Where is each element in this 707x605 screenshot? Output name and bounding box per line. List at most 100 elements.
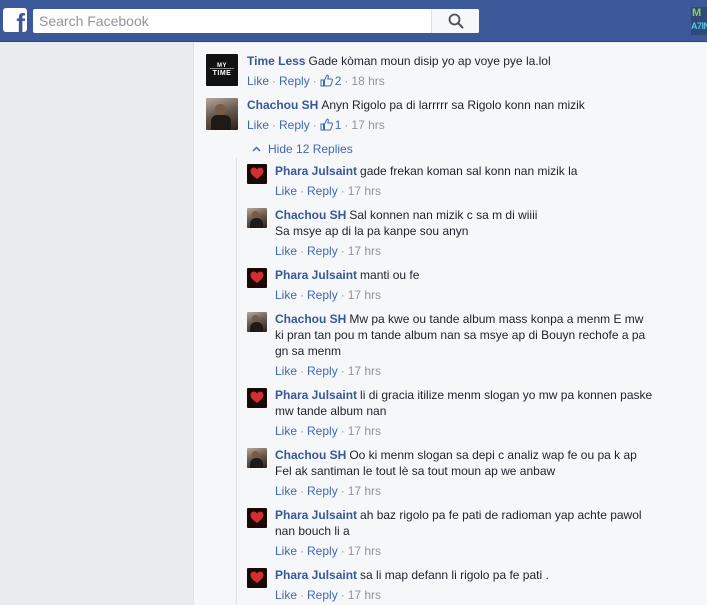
reply-text-line: gn sa menm [275,344,342,358]
comment-author[interactable]: Time Less [247,54,305,68]
comment-body: Time Less Gade kòman moun disip yo ap voy… [247,54,551,68]
avatar-body [250,458,263,468]
reply-actions: Like · Reply · 17 hrs [275,244,382,258]
comment-body: Chachou SH Anyn Rigolo pa di larrrrr sa R… [247,98,585,112]
reply-author[interactable]: Chachou SH [275,448,346,462]
reply-body: Phara Julsaint manti ou fe [275,268,419,282]
avatar[interactable] [247,164,267,184]
reply-link[interactable]: Reply [307,484,338,498]
search-box [33,9,479,33]
like-link[interactable]: Like [275,244,297,258]
corner-badge-bottom-text: A7IN [691,21,707,31]
avatar-body [250,218,263,228]
heart-icon [250,571,264,583]
reply-author[interactable]: Phara Julsaint [275,268,357,282]
reply-actions: Like · Reply · 17 hrs [275,588,382,602]
reply-timestamp: 17 hrs [347,424,382,438]
heart-icon [250,271,264,283]
like-link[interactable]: Like [275,184,297,198]
like-link[interactable]: Like [275,424,297,438]
hide-replies-label: Hide 12 Replies [268,142,353,156]
reply-body: Phara Julsaint li di gracia itilize menm … [275,388,652,402]
reply-author[interactable]: Chachou SH [275,312,346,326]
reply-author[interactable]: Chachou SH [275,208,346,222]
heart-icon [250,391,264,403]
search-icon [448,13,464,29]
avatar[interactable] [247,388,267,408]
reply-author[interactable]: Phara Julsaint [275,568,357,582]
reply-author[interactable]: Phara Julsaint [275,508,357,522]
reply-text-line: Sal konnen nan mizik c sa m di wiiii [349,208,538,222]
avatar[interactable] [247,208,267,228]
like-link[interactable]: Like [247,74,269,88]
chevron-up-icon [252,146,261,152]
search-input[interactable] [33,9,441,33]
reply-link[interactable]: Reply [307,364,338,378]
corner-app-badge[interactable]: M A7IN [691,7,707,35]
reply-link[interactable]: Reply [279,74,310,88]
heart-icon [250,511,264,523]
avatar-text-time: TIME [212,70,232,77]
search-button[interactable] [431,9,479,33]
reply-text-line: mw tande album nan [275,404,387,418]
reply-link[interactable]: Reply [307,288,338,302]
hide-replies-link[interactable]: Hide 12 Replies [252,142,353,156]
comment-text: Anyn Rigolo pa di larrrrr sa Rigolo konn… [321,98,585,112]
reply-timestamp: 17 hrs [347,184,382,198]
avatar-body [211,115,231,130]
avatar[interactable] [206,98,238,130]
corner-badge-top-text: M [692,7,702,19]
facebook-logo[interactable]: f [3,8,27,32]
reply-text-line: li di gracia itilize menm slogan yo mw p… [360,388,653,402]
like-link[interactable]: Like [275,588,297,602]
avatar[interactable] [247,568,267,588]
thumbs-up-icon [320,74,333,87]
avatar-face [252,211,259,218]
reply-link[interactable]: Reply [307,588,338,602]
reply-text-line: manti ou fe [360,268,420,282]
reply-link[interactable]: Reply [307,244,338,258]
like-count-value: 2 [334,74,342,88]
like-link[interactable]: Like [275,484,297,498]
reply-actions: Like · Reply · 17 hrs [275,288,382,302]
reply-body: Chachou SH Sal konnen nan mizik c sa m di… [275,208,537,222]
comment-author[interactable]: Chachou SH [247,98,318,112]
avatar[interactable] [247,312,267,332]
reply-timestamp: 17 hrs [347,484,382,498]
like-link[interactable]: Like [275,288,297,302]
reply-timestamp: 17 hrs [347,244,382,258]
reply-text-line: Fel ak santiman le tout lè sa tout moun … [275,464,556,478]
top-bar: f M A7IN [0,0,707,42]
avatar-body [250,322,263,332]
reply-timestamp: 17 hrs [347,288,382,302]
like-link[interactable]: Like [275,544,297,558]
like-count-value: 1 [334,118,342,132]
avatar[interactable] [247,508,267,528]
reply-body: Chachou SH Oo ki menm slogan sa depi c an… [275,448,637,462]
reply-text-line: ah baz rigolo pa fe pati de radioman yap… [360,508,642,522]
avatar-face [215,104,226,115]
facebook-logo-glyph: f [16,8,25,32]
heart-icon [250,167,264,179]
comment-timestamp: 17 hrs [351,118,385,132]
reply-text-line: Sa msye ap di la pa kanpe sou anyn [275,224,469,238]
reply-text-line: sa li map defann li rigolo pa fe pati . [360,568,549,582]
like-link[interactable]: Like [275,364,297,378]
like-count[interactable]: 2 [320,74,342,88]
like-count[interactable]: 1 [320,118,342,132]
reply-author[interactable]: Phara Julsaint [275,388,357,402]
comment-timestamp: 18 hrs [351,74,385,88]
avatar-swoosh [210,68,234,69]
reply-link[interactable]: Reply [307,544,338,558]
reply-body: Chachou SH Mw pa kwe ou tande album mass … [275,312,643,326]
avatar[interactable] [247,268,267,288]
reply-author[interactable]: Phara Julsaint [275,164,357,178]
avatar[interactable]: MY TIME [206,54,238,86]
reply-actions: Like · Reply · 17 hrs [275,364,382,378]
reply-actions: Like · Reply · 17 hrs [275,424,382,438]
avatar[interactable] [247,448,267,468]
reply-link[interactable]: Reply [307,184,338,198]
reply-link[interactable]: Reply [307,424,338,438]
reply-link[interactable]: Reply [279,118,310,132]
like-link[interactable]: Like [247,118,269,132]
